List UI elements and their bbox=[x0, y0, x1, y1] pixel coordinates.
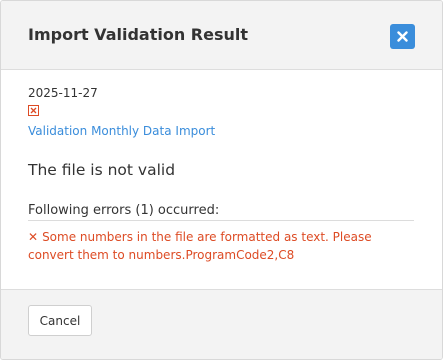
close-button[interactable] bbox=[390, 24, 415, 49]
import-link[interactable]: Validation Monthly Data Import bbox=[28, 124, 215, 138]
dialog-footer: Cancel bbox=[1, 289, 442, 359]
error-text-1: Some numbers in the file are formatted a… bbox=[42, 230, 372, 244]
error-message-line-1: ✕ Some numbers in the file are formatted … bbox=[28, 230, 372, 244]
divider bbox=[28, 220, 414, 221]
dialog-header: Import Validation Result bbox=[1, 1, 442, 70]
errors-heading: Following errors (1) occurred: bbox=[28, 203, 220, 218]
close-x-icon bbox=[397, 31, 408, 42]
cancel-button[interactable]: Cancel bbox=[28, 305, 92, 336]
error-text-2: convert them to numbers.ProgramCode2,C8 bbox=[28, 248, 295, 262]
dialog-title: Import Validation Result bbox=[28, 25, 249, 44]
dialog-body: 2025-11-27 Validation Monthly Data Impor… bbox=[1, 70, 442, 289]
import-date: 2025-11-27 bbox=[28, 86, 98, 100]
error-message-line-2: convert them to numbers.ProgramCode2,C8 bbox=[28, 248, 294, 262]
import-validation-dialog: Import Validation Result 2025-11-27 Vali… bbox=[0, 0, 443, 360]
error-file-icon bbox=[28, 105, 39, 116]
validation-status: The file is not valid bbox=[28, 161, 176, 179]
x-mark-icon: ✕ bbox=[28, 230, 39, 244]
